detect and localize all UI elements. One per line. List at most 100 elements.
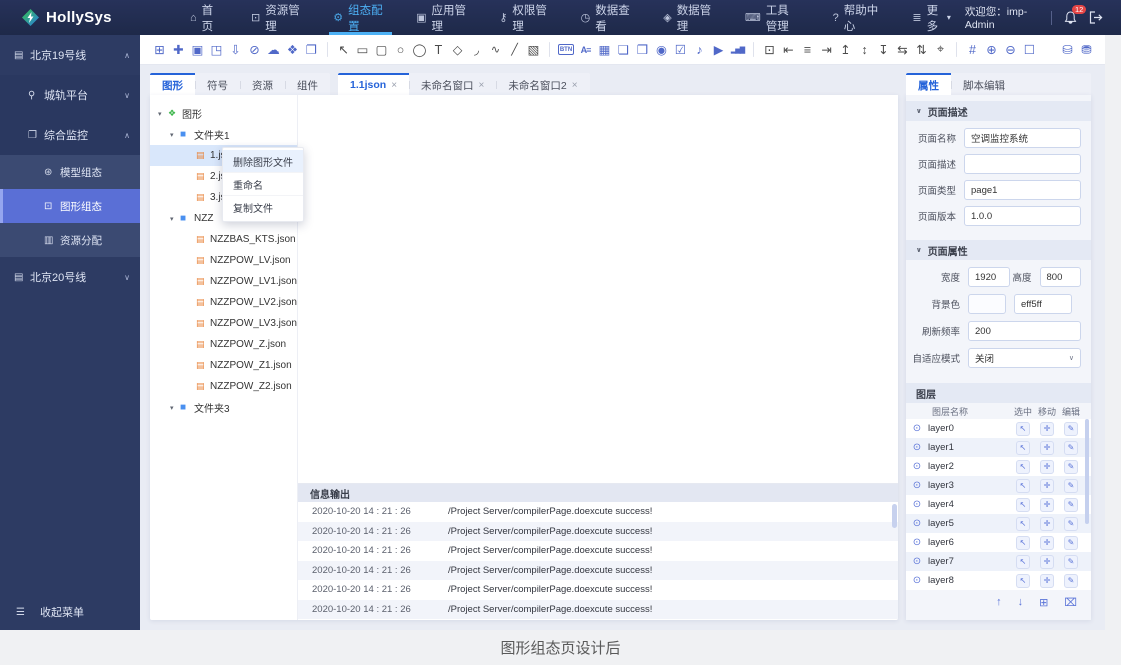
layer-move-button[interactable]: ✛: [1040, 574, 1054, 588]
cloud-publish-icon[interactable]: ☁: [264, 39, 283, 61]
visibility-eye-icon[interactable]: ⊙: [906, 461, 928, 472]
export-file-icon[interactable]: ◳: [207, 39, 226, 61]
image-tool-icon[interactable]: ▧: [524, 39, 543, 61]
distribute-horizontal-icon[interactable]: ⇆: [893, 39, 912, 61]
panel-tab[interactable]: 组件: [285, 73, 330, 95]
background-color-swatch[interactable]: [968, 294, 1006, 314]
layer-move-button[interactable]: ✛: [1040, 555, 1054, 569]
window-widget-icon[interactable]: ❏: [614, 39, 633, 61]
context-menu-item[interactable]: 删除图形文件: [223, 150, 303, 173]
line-tool-icon[interactable]: ╱: [505, 39, 524, 61]
top-nav-item[interactable]: ⚙ 组态配置: [319, 0, 402, 35]
chart-widget-icon[interactable]: ▂▅▇: [728, 39, 747, 61]
arc-tool-icon[interactable]: ◞: [467, 39, 486, 61]
section-header-layers[interactable]: 图层: [906, 383, 1091, 403]
tree-item[interactable]: ▾ ❖ 图形: [150, 103, 297, 124]
rounded-rectangle-tool-icon[interactable]: ▢: [372, 39, 391, 61]
field-input[interactable]: [964, 154, 1081, 174]
delete-layer-button[interactable]: ⌧: [1064, 596, 1077, 609]
document-tab[interactable]: 1.1json ×: [338, 73, 409, 95]
add-graphic-file-icon[interactable]: ✚: [169, 39, 188, 61]
layer-edit-button[interactable]: ✎: [1064, 422, 1078, 436]
open-folder-icon[interactable]: ▣: [188, 39, 207, 61]
video-widget-icon[interactable]: ▶: [709, 39, 728, 61]
tree-expander-icon[interactable]: ▾: [170, 131, 180, 139]
collapse-menu-button[interactable]: ☰ 收起菜单: [0, 594, 140, 630]
top-nav-item[interactable]: ⌂ 首页: [176, 0, 237, 35]
top-nav-item[interactable]: ◷ 数据查看: [567, 0, 650, 35]
background-color-input[interactable]: eff5ff: [1014, 294, 1072, 314]
top-nav-item[interactable]: ◈ 数据管理: [649, 0, 731, 35]
panel-tab[interactable]: 资源: [240, 73, 285, 95]
close-tab-icon[interactable]: ×: [391, 80, 397, 91]
visibility-eye-icon[interactable]: ⊙: [906, 537, 928, 548]
layer-move-button[interactable]: ✛: [1040, 498, 1054, 512]
tree-expander-icon[interactable]: ▾: [158, 110, 168, 118]
fit-screen-icon[interactable]: ☐: [1020, 39, 1039, 61]
visibility-eye-icon[interactable]: ⊙: [906, 480, 928, 491]
layer-select-button[interactable]: ↖: [1016, 422, 1030, 436]
circle-tool-icon[interactable]: ○: [391, 39, 410, 61]
curve-tool-icon[interactable]: ∿: [486, 39, 505, 61]
document-tab[interactable]: 未命名窗口 ×: [409, 73, 496, 95]
layer-select-button[interactable]: ↖: [1016, 479, 1030, 493]
zoom-in-icon[interactable]: ⊕: [982, 39, 1001, 61]
close-tab-icon[interactable]: ×: [479, 80, 485, 91]
component-library-icon[interactable]: ❖: [283, 39, 302, 61]
design-canvas[interactable]: [298, 95, 898, 483]
layer-select-button[interactable]: ↖: [1016, 536, 1030, 550]
label-widget-icon[interactable]: A≡: [576, 39, 595, 61]
grid-toggle-icon[interactable]: #: [963, 39, 982, 61]
align-bottom-icon[interactable]: ↧: [874, 39, 893, 61]
visibility-eye-icon[interactable]: ⊙: [906, 518, 928, 529]
context-menu-item[interactable]: 重命名: [223, 173, 303, 196]
table-widget-icon[interactable]: ▦: [595, 39, 614, 61]
tree-item[interactable]: ▾ ■ 文件夹3: [150, 397, 297, 418]
document-tab[interactable]: 未命名窗口2 ×: [496, 73, 589, 95]
layer-edit-button[interactable]: ✎: [1064, 574, 1078, 588]
layer-select-button[interactable]: ↖: [1016, 517, 1030, 531]
center-canvas-icon[interactable]: ⌖: [931, 39, 950, 61]
audio-widget-icon[interactable]: ♪: [690, 39, 709, 61]
top-nav-item[interactable]: ≣ 更多 ▾: [898, 0, 964, 35]
brand[interactable]: HollySys: [22, 9, 150, 26]
layer-move-button[interactable]: ✛: [1040, 517, 1054, 531]
layer-move-button[interactable]: ✛: [1040, 422, 1054, 436]
page-copy-icon[interactable]: ❐: [302, 39, 321, 61]
sidebar-item[interactable]: ▥ 资源分配: [0, 223, 140, 257]
tree-expander-icon[interactable]: ▾: [170, 215, 180, 223]
add-layer-button[interactable]: ⊞: [1039, 596, 1048, 609]
visibility-eye-icon[interactable]: ⊙: [906, 575, 928, 586]
align-left-icon[interactable]: ⇤: [779, 39, 798, 61]
sidebar-item[interactable]: ▤ 北京19号线 ∧: [0, 35, 140, 75]
ellipse-tool-icon[interactable]: ◯: [410, 39, 429, 61]
sidebar-item[interactable]: ⚲ 城轨平台 ∨: [0, 75, 140, 115]
add-graphic-folder-icon[interactable]: ⊞: [150, 39, 169, 61]
section-header-page-attributes[interactable]: ∨ 页面属性: [906, 240, 1091, 260]
visibility-eye-icon[interactable]: ⊙: [906, 499, 928, 510]
field-input[interactable]: 1.0.0: [964, 206, 1081, 226]
tree-item[interactable]: ▾ ■ 文件夹1: [150, 124, 297, 145]
align-right-icon[interactable]: ⇥: [817, 39, 836, 61]
layer-edit-button[interactable]: ✎: [1064, 498, 1078, 512]
height-input[interactable]: 800: [1040, 267, 1082, 287]
polygon-tool-icon[interactable]: ◇: [448, 39, 467, 61]
top-nav-item[interactable]: ▣ 应用管理: [402, 0, 485, 35]
layer-edit-button[interactable]: ✎: [1064, 479, 1078, 493]
copy-widget-icon[interactable]: ❒: [633, 39, 652, 61]
layer-select-button[interactable]: ↖: [1016, 574, 1030, 588]
refresh-rate-input[interactable]: 200: [968, 321, 1081, 341]
save-icon[interactable]: ⛁: [1058, 39, 1077, 61]
sidebar-item[interactable]: ❐ 综合监控 ∧: [0, 115, 140, 155]
visibility-eye-icon[interactable]: ⊙: [906, 423, 928, 434]
tree-item[interactable]: ▤ NZZPOW_Z2.json: [150, 376, 297, 397]
layer-move-button[interactable]: ✛: [1040, 441, 1054, 455]
top-nav-item[interactable]: ⚷ 权限管理: [485, 0, 566, 35]
align-top-icon[interactable]: ↥: [836, 39, 855, 61]
tree-item[interactable]: ▤ NZZPOW_LV.json: [150, 250, 297, 271]
move-layer-down-button[interactable]: ↓: [1018, 596, 1024, 608]
sidebar-item[interactable]: ▤ 北京20号线 ∨: [0, 257, 140, 297]
tree-item[interactable]: ▤ NZZPOW_LV3.json: [150, 313, 297, 334]
group-objects-icon[interactable]: ⊡: [760, 39, 779, 61]
adaptive-mode-select[interactable]: 关闭 ∨: [968, 348, 1081, 368]
